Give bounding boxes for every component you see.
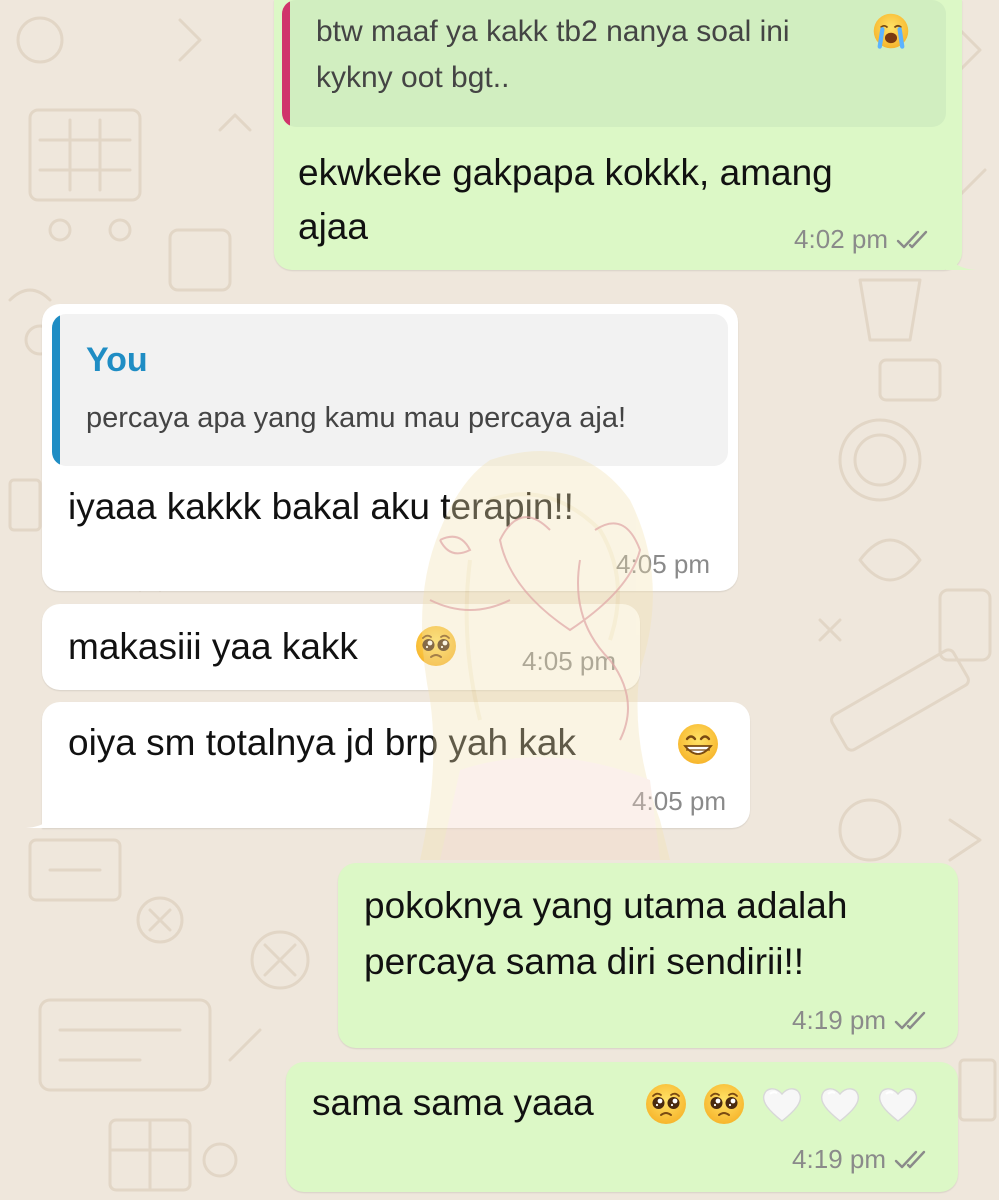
read-double-check-icon xyxy=(894,1010,934,1032)
message-incoming-1[interactable]: You percaya apa yang kamu mau percaya aj… xyxy=(42,304,738,591)
message-time: 4:05 pm xyxy=(616,549,710,579)
message-text: sama sama yaaa xyxy=(312,1082,594,1123)
quote-accent-bar xyxy=(282,0,290,127)
white-heart-emoji-icon xyxy=(818,1082,862,1126)
quote-accent-bar xyxy=(52,314,60,466)
message-text: iyaaa kakkk bakal aku terapin!! xyxy=(68,486,574,527)
read-double-check-icon xyxy=(894,1149,934,1171)
message-meta: 4:05 pm xyxy=(522,646,616,677)
message-outgoing-3[interactable]: sama sama yaaa 4:19 pm xyxy=(286,1062,958,1192)
grinning-face-emoji-icon xyxy=(676,722,720,766)
message-meta: 4:05 pm xyxy=(632,786,726,817)
message-time: 4:19 pm xyxy=(792,1144,886,1174)
quote-author: You xyxy=(86,341,148,379)
message-time: 4:19 pm xyxy=(792,1005,886,1035)
quoted-message[interactable]: You percaya apa yang kamu mau percaya aj… xyxy=(52,314,728,466)
message-meta: 4:19 pm xyxy=(792,1144,934,1175)
quoted-text-line-2: kykny oot bgt.. xyxy=(316,61,510,94)
message-text-line-1: pokoknya yang utama adalah xyxy=(364,885,848,926)
message-incoming-3[interactable]: oiya sm totalnya jd brp yah kak 4:05 pm xyxy=(26,702,750,828)
pleading-face-emoji-icon xyxy=(644,1082,688,1126)
message-text-line-2: ajaa xyxy=(298,206,368,247)
bubble-tail xyxy=(946,246,976,270)
message-text-line-1: ekwkeke gakpapa kokkk, amang xyxy=(298,152,833,193)
quoted-text: percaya apa yang kamu mau percaya aja! xyxy=(86,402,627,434)
message-outgoing-1[interactable]: btw maaf ya kakk tb2 nanya soal ini kykn… xyxy=(274,0,976,270)
message-meta: 4:19 pm xyxy=(792,1005,934,1036)
pleading-face-emoji-icon xyxy=(702,1082,746,1126)
message-outgoing-2[interactable]: pokoknya yang utama adalah percaya sama … xyxy=(338,863,958,1048)
quoted-message[interactable]: btw maaf ya kakk tb2 nanya soal ini kykn… xyxy=(282,0,946,127)
message-time: 4:05 pm xyxy=(632,786,726,816)
message-meta: 4:02 pm xyxy=(794,224,936,255)
quoted-text-line-1: btw maaf ya kakk tb2 nanya soal ini xyxy=(316,15,790,48)
bubble-tail xyxy=(26,804,56,828)
read-double-check-icon xyxy=(896,229,936,251)
message-time: 4:05 pm xyxy=(522,646,616,676)
message-text: oiya sm totalnya jd brp yah kak xyxy=(68,722,576,763)
white-heart-emoji-icon xyxy=(876,1082,920,1126)
message-time: 4:02 pm xyxy=(794,224,888,254)
loudly-crying-face-emoji-icon xyxy=(872,12,910,50)
message-text: makasiii yaa kakk xyxy=(68,626,358,667)
message-meta: 4:05 pm xyxy=(616,549,710,580)
white-heart-emoji-icon xyxy=(760,1082,804,1126)
message-text-line-2: percaya sama diri sendirii!! xyxy=(364,941,805,982)
message-incoming-2[interactable]: makasiii yaa kakk 4:05 pm xyxy=(42,604,640,690)
pleading-face-emoji-icon xyxy=(414,624,458,668)
